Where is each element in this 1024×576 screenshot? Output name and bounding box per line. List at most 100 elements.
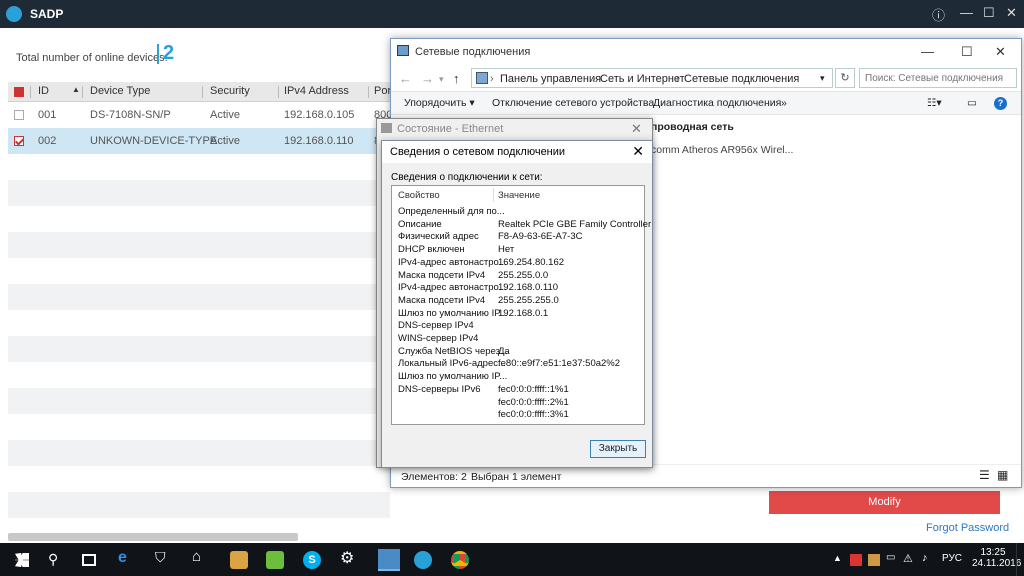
up-icon[interactable]: ↑ (453, 71, 460, 86)
details-list[interactable]: Свойство Значение Определенный для по...… (391, 185, 651, 425)
app-title: SADP (30, 7, 64, 21)
connection-name[interactable]: проводная сеть (651, 121, 734, 133)
selected-count: Выбран 1 элемент (471, 471, 562, 483)
skype-icon[interactable]: S (303, 551, 321, 569)
breadcrumb[interactable]: Сетевые подключения (684, 73, 799, 85)
store-icon[interactable]: ⛉ (155, 549, 173, 567)
forward-icon[interactable]: → (421, 71, 434, 86)
horizontal-scrollbar[interactable] (8, 533, 298, 541)
empty-row (8, 232, 390, 258)
settings-gear-icon[interactable]: ⚙ (340, 548, 358, 567)
task-view-icon[interactable] (82, 554, 96, 566)
sadp-logo-icon (6, 6, 22, 22)
col-security[interactable]: Security (210, 85, 250, 97)
more-commands-button[interactable]: » (781, 97, 787, 109)
property-name: IPv4-адрес автонастро... (398, 282, 507, 294)
app-icon[interactable] (230, 551, 248, 569)
row-ip: 192.168.0.110 (284, 135, 354, 147)
minimize-button[interactable]: — (921, 44, 934, 59)
close-button[interactable]: ✕ (631, 121, 642, 137)
property-name: Маска подсети IPv4 (398, 269, 486, 281)
details-view-icon[interactable]: ☰ (979, 468, 990, 482)
recent-dropdown-icon[interactable]: ▾ (439, 74, 444, 85)
minimize-button[interactable]: — (960, 5, 973, 20)
maximize-button[interactable]: ☐ (961, 44, 973, 60)
col-device-type[interactable]: Device Type (90, 85, 150, 97)
property-value: 192.168.0.1 (498, 307, 549, 319)
network-icon (381, 123, 392, 133)
organize-menu[interactable]: Упорядочить ▾ (404, 97, 475, 109)
close-button[interactable]: ✕ (995, 44, 1006, 60)
property-name: Определенный для по... (398, 206, 505, 217)
breadcrumb[interactable]: Сеть и Интернет (600, 73, 685, 85)
col-id[interactable]: ID (38, 85, 49, 97)
app-icon[interactable] (266, 551, 284, 569)
divider (157, 44, 159, 64)
show-desktop-button[interactable] (1016, 543, 1024, 576)
diagnose-button[interactable]: Диагностика подключения (653, 97, 781, 109)
volume-icon[interactable]: ♪ (922, 552, 940, 570)
sadp-taskbar-icon[interactable] (414, 551, 432, 569)
forgot-password-link[interactable]: Forgot Password (926, 522, 1009, 534)
row-checkbox[interactable] (14, 136, 24, 146)
clock[interactable]: 13:25 24.11.2016 (972, 547, 1022, 569)
col-port[interactable]: Por (374, 85, 391, 97)
table-row[interactable]: 001 DS-7108N-SN/P Active 192.168.0.105 8… (8, 102, 398, 128)
connection-adapter: comm Atheros AR956x Wirel... (651, 144, 794, 156)
view-options-icon[interactable]: ☷▾ (927, 97, 942, 109)
row-security: Active (210, 109, 240, 121)
breadcrumb[interactable]: Панель управления (500, 73, 601, 85)
address-bar[interactable]: › Панель управления › Сеть и Интернет › … (471, 68, 833, 88)
total-devices-label: Total number of online devices: (16, 52, 168, 64)
battery-icon[interactable]: ▭ (886, 552, 904, 570)
col-value[interactable]: Значение (498, 190, 540, 201)
home-icon[interactable]: ⌂ (192, 548, 210, 566)
property-name: Шлюз по умолчанию IP... (398, 307, 508, 319)
search-icon[interactable]: ⚲ (48, 551, 66, 569)
property-value: fec0:0:0:ffff::1%1 (498, 383, 569, 395)
disable-device-button[interactable]: Отключение сетевого устройства (492, 97, 654, 109)
connection-details-dialog: Сведения о сетевом подключении ✕ Сведени… (381, 140, 653, 468)
tray-expand-icon[interactable]: ▲ (833, 553, 851, 571)
tiles-view-icon[interactable]: ▦ (997, 468, 1008, 482)
property-value: Нет (498, 244, 515, 256)
row-security: Active (210, 135, 240, 147)
start-button[interactable] (15, 553, 29, 567)
address-dropdown-icon[interactable]: ▾ (820, 73, 825, 84)
network-tray-icon[interactable]: ⚠ (903, 552, 921, 570)
help-icon[interactable]: ? (994, 97, 1007, 110)
antivirus-icon[interactable] (850, 554, 862, 566)
col-ipv4[interactable]: IPv4 Address (284, 85, 349, 97)
search-input[interactable] (859, 68, 1017, 88)
chrome-icon[interactable] (451, 551, 469, 569)
back-icon[interactable]: ← (399, 71, 412, 86)
edge-icon[interactable]: e (118, 549, 136, 567)
window-title: Состояние - Ethernet (397, 123, 504, 135)
col-property[interactable]: Свойство (398, 190, 440, 201)
window-title: Сетевые подключения (415, 46, 531, 58)
close-dialog-button[interactable]: Закрыть (590, 440, 646, 458)
input-language[interactable]: РУС (942, 553, 962, 564)
device-table-header: ID ▲ Device Type Security IPv4 Address P… (8, 82, 391, 102)
maximize-button[interactable]: ☐ (983, 5, 995, 21)
modify-button[interactable]: Modify (769, 491, 1000, 514)
table-row-selected[interactable]: 002 UNKOWN-DEVICE-TYPE Active 192.168.0.… (8, 128, 392, 154)
address-row: ← → ▾ ↑ › Панель управления › Сеть и Инт… (391, 65, 1021, 91)
empty-row (8, 336, 390, 362)
close-button[interactable]: ✕ (1006, 5, 1017, 21)
row-checkbox[interactable] (14, 110, 24, 120)
close-icon[interactable]: ✕ (632, 143, 644, 160)
preview-pane-icon[interactable]: ▭ (967, 97, 977, 109)
refresh-button[interactable]: ↻ (835, 68, 855, 88)
dialog-titlebar[interactable]: Сведения о сетевом подключении ✕ (382, 141, 652, 163)
property-name: Маска подсети IPv4 (398, 294, 486, 306)
tray-app-icon[interactable] (868, 554, 880, 566)
sadp-titlebar: SADP ⓘ — ☐ ✕ (0, 0, 1024, 28)
window-titlebar[interactable]: Сетевые подключения — ☐ ✕ (391, 39, 1021, 65)
info-icon[interactable]: ⓘ (932, 5, 945, 24)
clock-date: 24.11.2016 (972, 558, 1022, 569)
sort-icon[interactable]: ▲ (72, 85, 80, 94)
select-all-checkbox[interactable] (14, 87, 24, 97)
network-window-taskbar-icon[interactable] (378, 549, 400, 571)
items-count: Элементов: 2 (401, 471, 467, 483)
